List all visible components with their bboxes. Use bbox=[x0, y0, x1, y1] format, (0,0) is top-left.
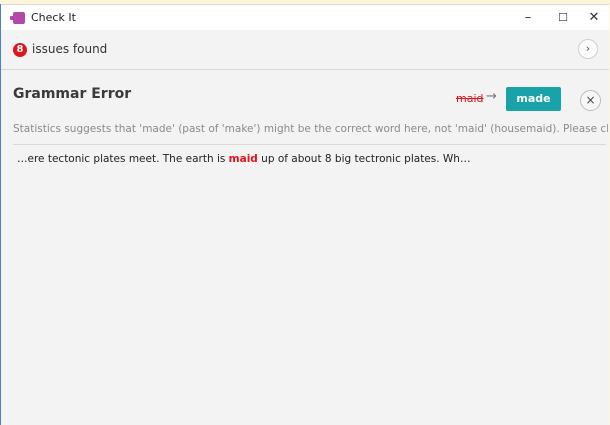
divider bbox=[13, 144, 606, 145]
next-issue-button[interactable]: › bbox=[578, 39, 598, 59]
minimize-button[interactable]: – bbox=[513, 8, 543, 28]
context-before: …ere tectonic plates meet. The earth is bbox=[17, 153, 229, 165]
apply-suggestion-button[interactable]: made bbox=[506, 87, 561, 111]
app-window: Check It – ☐ ✕ 8 issues found › Grammar … bbox=[0, 4, 609, 425]
dismiss-button[interactable]: × bbox=[580, 90, 601, 111]
maximize-button[interactable]: ☐ bbox=[548, 8, 578, 28]
close-button[interactable]: ✕ bbox=[579, 8, 609, 28]
title-bar: Check It – ☐ ✕ bbox=[1, 4, 609, 30]
wrong-word: maid bbox=[456, 92, 484, 105]
context-sentence: …ere tectonic plates meet. The earth is … bbox=[17, 153, 470, 165]
error-title: Grammar Error bbox=[13, 86, 132, 102]
app-icon bbox=[10, 12, 25, 24]
issues-label: issues found bbox=[32, 42, 108, 56]
arrow-icon: → bbox=[486, 89, 497, 104]
issues-bar: 8 issues found › bbox=[1, 30, 609, 70]
window-title: Check It bbox=[31, 11, 76, 24]
issue-count-badge: 8 bbox=[13, 43, 27, 57]
error-explanation: Statistics suggests that 'made' (past of… bbox=[13, 123, 608, 135]
context-highlight[interactable]: maid bbox=[229, 153, 258, 165]
context-after: up of about 8 big tectronic plates. Wh… bbox=[257, 153, 471, 165]
